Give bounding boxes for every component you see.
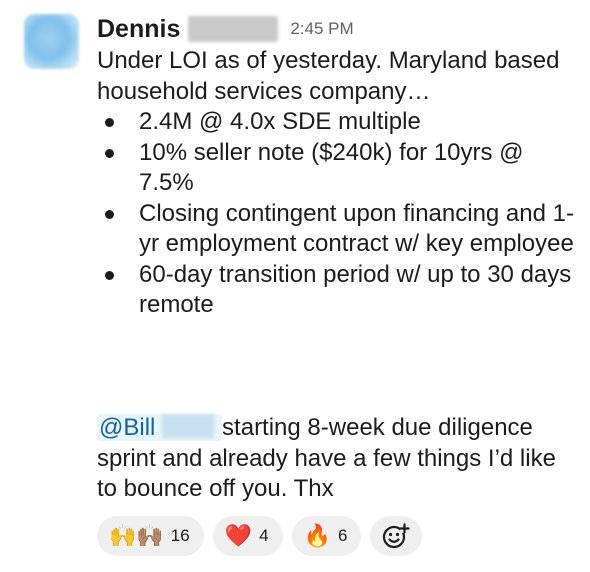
add-reaction-icon <box>383 523 411 549</box>
reaction-bar: 🙌🙌🏽 16 ❤️ 4 🔥 6 <box>97 516 423 556</box>
reaction-heart[interactable]: ❤️ 4 <box>212 516 283 556</box>
bullet-item: 60-day transition period w/ up to 30 day… <box>97 260 577 321</box>
reaction-count: 6 <box>338 526 348 545</box>
message-intro: Under LOI as of yesterday. Maryland base… <box>97 47 560 105</box>
mention-label: @Bill <box>99 414 156 441</box>
followup-message: @Bill starting 8-week due diligence spri… <box>97 413 567 505</box>
reaction-count: 4 <box>259 526 269 545</box>
redacted-surname <box>188 16 279 42</box>
bullet-item: 2.4M @ 4.0x SDE multiple <box>97 107 577 138</box>
add-reaction-button[interactable] <box>370 516 423 556</box>
user-mention[interactable]: @Bill <box>97 414 223 441</box>
timestamp[interactable]: 2:45 PM <box>290 19 353 39</box>
reaction-fire[interactable]: 🔥 6 <box>291 516 362 556</box>
sender-name[interactable]: Dennis <box>97 15 180 44</box>
bullet-list: 2.4M @ 4.0x SDE multiple 10% seller note… <box>97 107 577 321</box>
reaction-raised-hands[interactable]: 🙌🙌🏽 16 <box>97 516 204 556</box>
message-body: Under LOI as of yesterday. Maryland base… <box>97 46 577 321</box>
redacted-mention <box>162 414 215 438</box>
raised-hands-icon: 🙌🙌🏽 <box>109 523 164 548</box>
fire-icon: 🔥 <box>303 523 331 548</box>
heart-icon: ❤️ <box>224 523 253 548</box>
reaction-count: 16 <box>170 526 190 545</box>
bullet-item: 10% seller note ($240k) for 10yrs @ 7.5% <box>97 138 577 199</box>
message-header: Dennis 2:45 PM <box>97 12 354 46</box>
bullet-item: Closing contingent upon financing and 1-… <box>97 199 577 260</box>
avatar[interactable] <box>24 14 79 69</box>
